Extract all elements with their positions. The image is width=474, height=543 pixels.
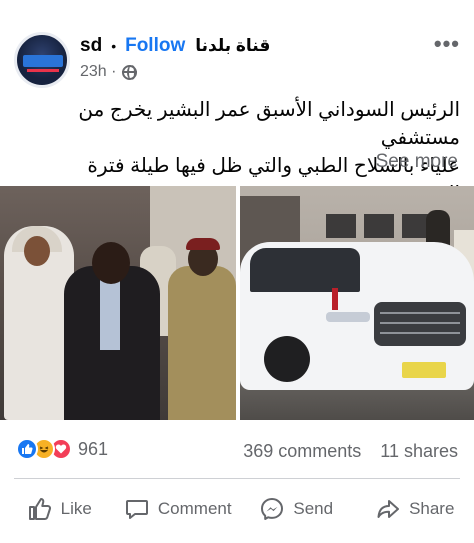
like-label: Like xyxy=(60,499,92,518)
photo-suv-headlight xyxy=(326,312,370,322)
photo-woman-head xyxy=(24,236,50,266)
like-icon xyxy=(28,498,51,520)
photo-grille-line xyxy=(380,312,460,314)
comment-icon xyxy=(125,500,148,519)
like-button[interactable]: Like xyxy=(0,484,119,534)
send-label: Send xyxy=(293,499,334,518)
reaction-count[interactable]: 961 xyxy=(78,439,108,460)
photo-suv-window xyxy=(250,248,360,292)
post-body-line-1: الرئيس السوداني الأسبق عمر البشير يخرج م… xyxy=(78,99,460,149)
page-name-arabic[interactable]: قناة بلدنا xyxy=(195,36,270,56)
photo-window xyxy=(326,214,356,238)
action-bar: Like Comment Send Share xyxy=(0,484,474,534)
page-name[interactable]: sd xyxy=(80,35,102,57)
photo-grille-line xyxy=(380,332,460,334)
photo-man-head xyxy=(92,242,130,284)
photo-white-suv[interactable] xyxy=(240,186,474,420)
photo-soldier xyxy=(168,266,236,420)
post-timestamp[interactable]: 23h xyxy=(80,63,107,81)
see-more-link[interactable]: See more xyxy=(376,151,458,173)
author-line: sd • Follow قناة بلدنا xyxy=(80,34,270,58)
shares-count[interactable]: 11 shares xyxy=(380,441,458,461)
comments-shares: 369 comments 11 shares xyxy=(243,441,458,462)
photo-soldier-beret xyxy=(186,238,220,250)
photo-grille-line xyxy=(380,322,460,324)
follow-button[interactable]: Follow xyxy=(125,35,185,57)
photo-suv-wheel xyxy=(264,336,310,382)
avatar-logo-band xyxy=(23,55,63,67)
share-label: Share xyxy=(409,499,455,518)
reactions-summary[interactable]: 961 xyxy=(16,438,108,460)
avatar-logo-bar xyxy=(27,69,59,72)
messenger-icon xyxy=(261,498,284,520)
post-header: sd • Follow قناة بلدنا 23h · ••• xyxy=(0,0,474,92)
photo-suv-grille xyxy=(374,302,466,346)
share-icon xyxy=(377,500,400,518)
post-photos xyxy=(0,186,474,420)
actions-divider xyxy=(14,478,460,479)
comment-button[interactable]: Comment xyxy=(119,484,238,534)
photo-window xyxy=(364,214,394,238)
comment-label: Comment xyxy=(157,499,232,518)
page-avatar[interactable] xyxy=(14,32,70,88)
photo-hospital-exit[interactable] xyxy=(0,186,236,420)
share-button[interactable]: Share xyxy=(356,484,474,534)
globe-icon[interactable] xyxy=(122,64,138,80)
post-meta: 23h · xyxy=(80,63,138,81)
photo-suv-flag xyxy=(332,288,338,310)
engagement-stats: 961 369 comments 11 shares xyxy=(0,432,474,472)
photo-man-shirt xyxy=(100,280,120,350)
comments-count[interactable]: 369 comments xyxy=(243,441,361,461)
photo-suv-plate xyxy=(402,362,446,378)
more-options-icon[interactable]: ••• xyxy=(434,33,460,55)
separator-dot: • xyxy=(111,38,117,54)
send-button[interactable]: Send xyxy=(237,484,356,534)
meta-separator: · xyxy=(106,63,117,80)
like-reaction-icon xyxy=(16,438,38,460)
